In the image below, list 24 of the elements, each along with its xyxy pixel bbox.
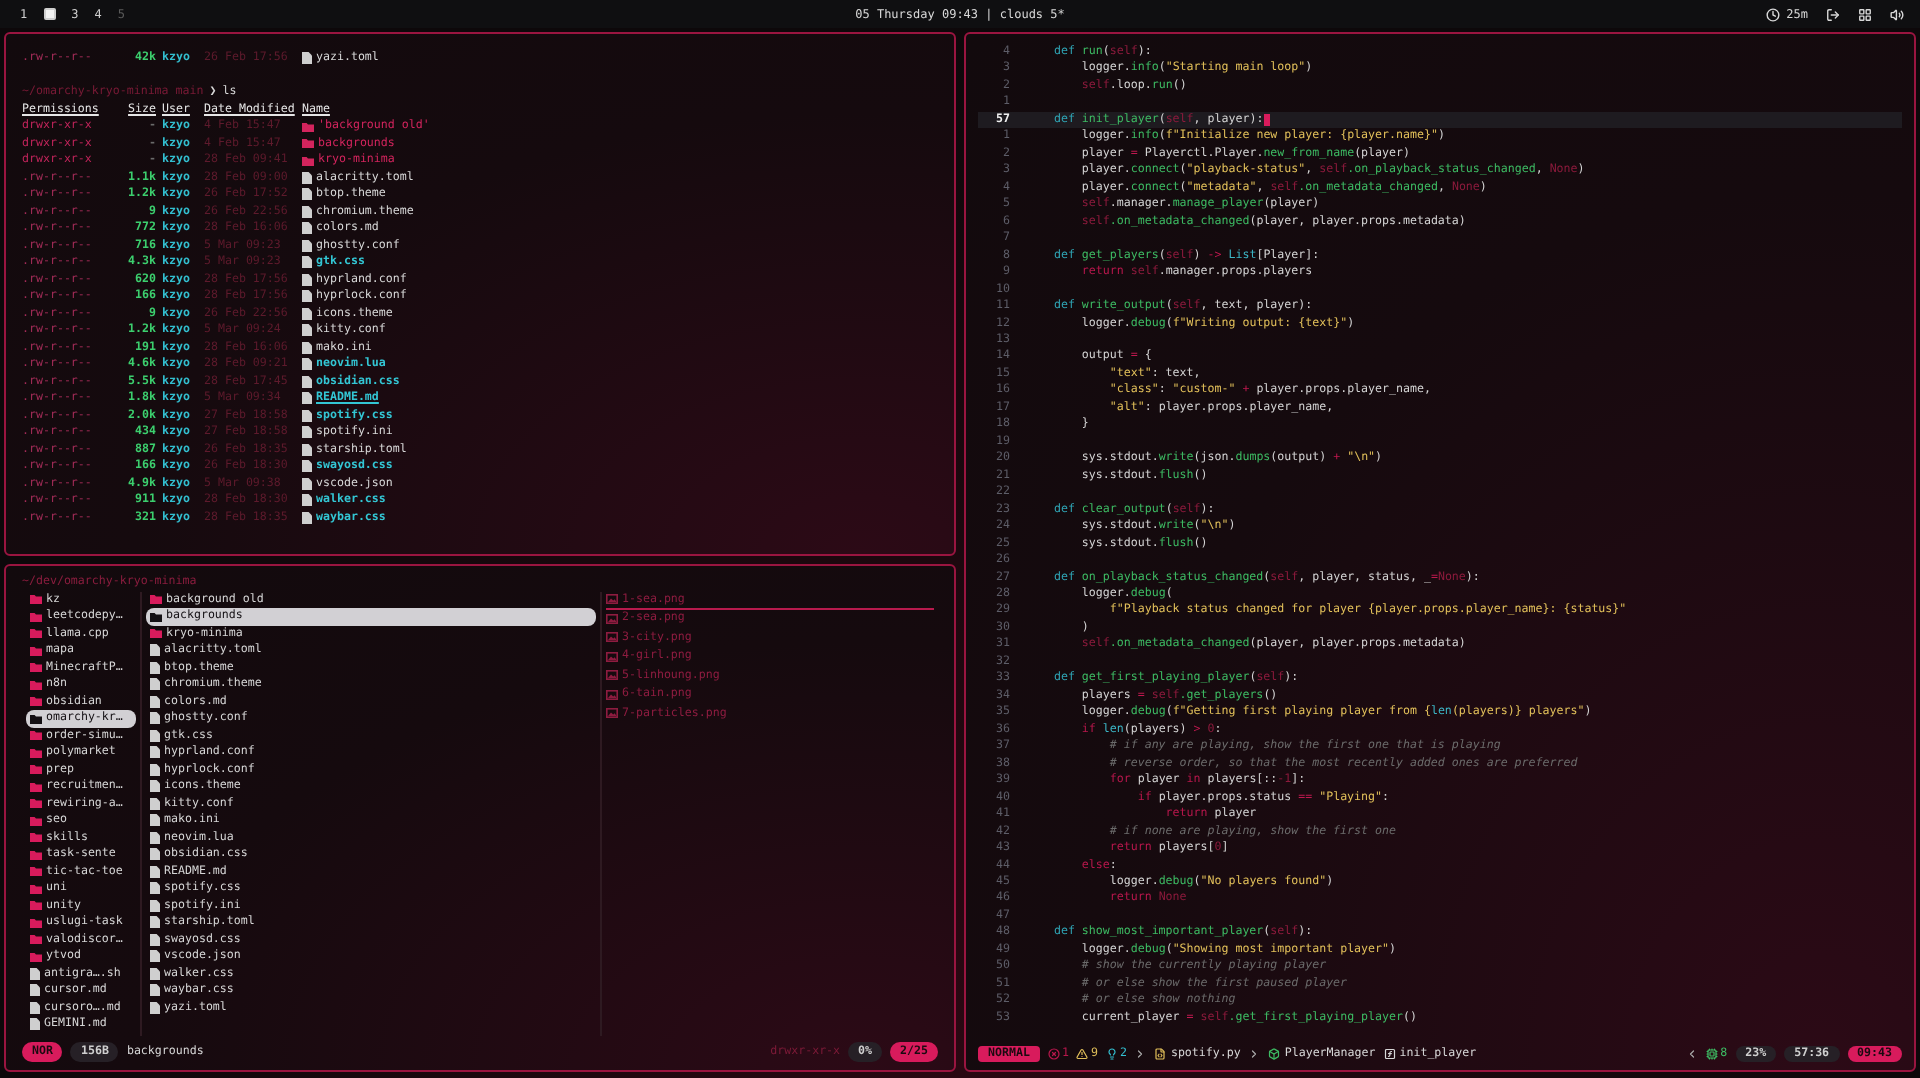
image-icon — [606, 670, 618, 681]
grid-icon[interactable] — [1858, 7, 1873, 21]
class-icon — [1268, 1048, 1281, 1060]
chevron-icon — [1686, 1048, 1699, 1060]
chevron-icon — [1248, 1048, 1261, 1060]
image-icon — [606, 594, 618, 605]
image-icon — [606, 689, 618, 700]
chevron-icon — [1134, 1048, 1147, 1060]
text-cursor — [1263, 114, 1271, 127]
image-icon — [606, 651, 618, 662]
image-icon — [606, 613, 618, 624]
exit-icon[interactable] — [1826, 7, 1841, 21]
hint-icon — [1105, 1048, 1118, 1060]
lsp-icon — [1706, 1048, 1719, 1060]
image-icon — [606, 708, 618, 719]
error-icon — [1047, 1048, 1060, 1060]
python-file-icon — [1154, 1048, 1167, 1060]
workspace-button[interactable] — [43, 8, 56, 20]
file-icon — [302, 52, 312, 65]
function-icon — [1383, 1048, 1396, 1060]
warning-icon — [1076, 1048, 1089, 1060]
speaker-icon[interactable] — [1890, 7, 1905, 21]
image-icon — [606, 632, 618, 643]
timer-icon[interactable] — [1766, 7, 1781, 21]
